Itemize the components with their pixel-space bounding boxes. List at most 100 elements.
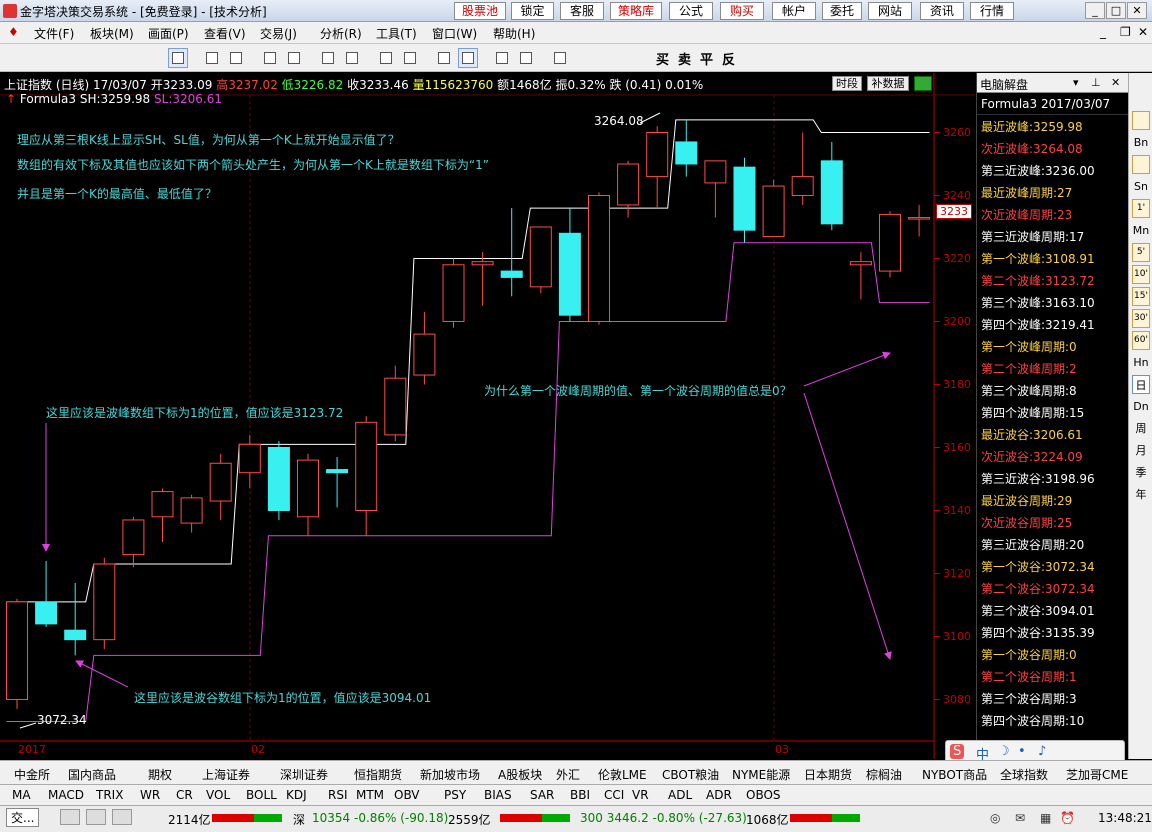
mdi-minimize-button[interactable]: _ [1100,25,1106,39]
top-button-0[interactable]: 股票池 [454,2,506,20]
status-tab[interactable]: 交... [6,808,40,827]
period-button-2[interactable]: Mn [1132,221,1150,240]
candle[interactable] [820,141,843,231]
minute-period-button[interactable]: 10' [1132,265,1150,284]
panel-close-icon[interactable]: ✕ [1111,76,1120,89]
period-button-0[interactable]: Bn [1132,133,1150,152]
market-tab-14[interactable]: NYBOT商品 [922,766,987,783]
top-button-4[interactable]: 公式 [669,2,713,20]
candle[interactable] [704,160,727,218]
panel-menu-icon[interactable]: ▾ [1073,76,1079,89]
market-tab-11[interactable]: NYME能源 [732,766,790,783]
indicator-tab-11[interactable]: PSY [444,788,466,802]
menu-item-5[interactable]: 分析(R) [320,25,362,42]
market-tab-0[interactable]: 中金所 [14,766,50,783]
indicator-tab-2[interactable]: TRIX [96,788,123,802]
indicator-tab-4[interactable]: CR [176,788,193,802]
top-button-9[interactable]: 资讯 [920,2,964,20]
mdi-close-button[interactable]: ✕ [1138,25,1148,39]
network-icon[interactable]: ◎ [990,811,1000,825]
candle[interactable] [297,453,319,536]
market-tab-3[interactable]: 上海证券 [202,766,250,783]
indicator-tab-5[interactable]: VOL [206,788,230,802]
candle[interactable] [151,488,174,542]
chart-settings-icon[interactable] [914,76,932,91]
top-button-1[interactable]: 锁定 [511,2,554,20]
alarm-icon[interactable]: ⏰ [1060,811,1075,825]
email-icon[interactable]: ✉ [1015,811,1025,825]
trade-button-3[interactable]: 反 [722,49,735,68]
period-button-8[interactable]: 季 [1132,463,1150,482]
period-button[interactable]: 时段 [832,76,862,91]
candle[interactable] [6,598,28,709]
indicator-tab-1[interactable]: MACD [48,788,84,802]
market-tab-8[interactable]: 外汇 [556,766,580,783]
ellipse-icon[interactable] [400,48,420,68]
indicator-tab-18[interactable]: ADR [706,788,732,802]
candle[interactable] [442,258,465,328]
indicator-tab-10[interactable]: OBV [394,788,420,802]
indicator-tab-7[interactable]: KDJ [286,788,307,802]
indicator-tab-13[interactable]: SAR [530,788,554,802]
menu-item-6[interactable]: 工具(T) [376,25,417,42]
maximize-button[interactable]: □ [1106,2,1126,19]
candle[interactable] [646,126,669,209]
line-icon[interactable] [202,48,222,68]
top-button-2[interactable]: 客服 [560,2,604,20]
candle[interactable] [384,365,407,442]
candle[interactable] [791,132,814,205]
market-tab-15[interactable]: 全球指数 [1000,766,1048,783]
top-button-8[interactable]: 网站 [868,2,912,20]
indicator-tab-14[interactable]: BBI [570,788,590,802]
indicator-tab-8[interactable]: RSI [328,788,348,802]
indicator-tab-0[interactable]: MA [12,788,31,802]
market-tab-9[interactable]: 伦敦LME [598,766,647,783]
period-button-4[interactable]: 日 [1132,375,1150,394]
indicator-tab-6[interactable]: BOLL [246,788,277,802]
period-small-icon[interactable] [1132,111,1150,130]
candle[interactable] [471,252,494,306]
menu-item-3[interactable]: 查看(V) [204,25,246,42]
close-button[interactable]: ✕ [1127,2,1147,19]
fill-data-button[interactable]: 补数据 [867,76,909,91]
indicator-tab-19[interactable]: OBOS [746,788,781,802]
trade-button-0[interactable]: 买 [656,49,669,68]
candle[interactable] [849,252,872,300]
top-button-5[interactable]: 购买 [720,2,764,20]
channel-icon[interactable] [260,48,280,68]
rect-icon[interactable] [376,48,396,68]
candle[interactable] [500,208,523,297]
market-tab-1[interactable]: 国内商品 [68,766,116,783]
ime-voice-icon[interactable]: ♪ [1038,744,1046,759]
link-icon[interactable] [492,48,512,68]
candle[interactable] [675,119,698,177]
market-tab-5[interactable]: 恒指期货 [354,766,402,783]
candle[interactable] [558,208,581,322]
indicator-tab-9[interactable]: MTM [356,788,384,802]
period-button-5[interactable]: Dn [1132,397,1150,416]
hline-icon[interactable] [226,48,246,68]
candle[interactable] [122,516,145,568]
text-icon[interactable] [434,48,454,68]
top-button-3[interactable]: 策略库 [610,2,662,20]
minute-period-button[interactable]: 1' [1132,199,1150,218]
market-tab-13[interactable]: 棕榈油 [866,766,902,783]
top-button-7[interactable]: 委托 [822,2,862,20]
candle[interactable] [267,441,290,520]
indicator-tab-3[interactable]: WR [140,788,160,802]
candle[interactable] [209,453,232,520]
cursor-icon[interactable] [168,48,188,68]
ime-logo-icon[interactable]: S [950,744,965,759]
gann-icon[interactable] [318,48,338,68]
candle[interactable] [35,560,58,628]
period-button-3[interactable]: Hn [1132,353,1150,372]
candle[interactable] [355,416,378,536]
select-icon[interactable] [458,48,478,68]
pitch-icon[interactable] [342,48,362,68]
market-tab-10[interactable]: CBOT粮油 [662,766,719,783]
top-button-6[interactable]: 帐户 [772,2,816,20]
candle[interactable] [879,211,901,278]
pin-icon[interactable]: ⊥ [1091,76,1101,89]
market-tab-12[interactable]: 日本期货 [804,766,852,783]
calc-icon[interactable]: ▦ [1040,811,1051,825]
